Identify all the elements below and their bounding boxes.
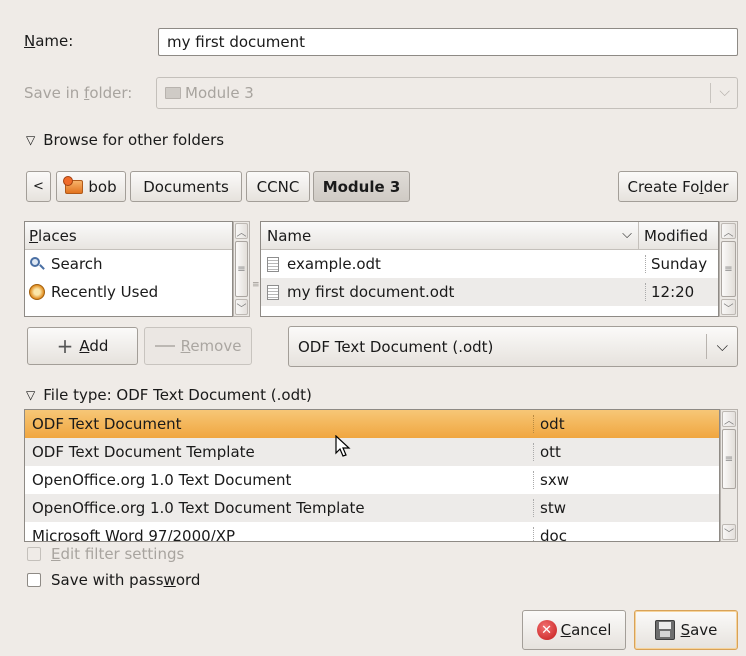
path-button-ccnc[interactable]: CCNC [246, 171, 310, 202]
path-button-documents[interactable]: Documents [130, 171, 242, 202]
search-icon [29, 256, 45, 272]
path-button-bob[interactable]: bob [56, 171, 126, 202]
column-modified-header[interactable]: Modified [639, 227, 718, 245]
checkbox-box [27, 573, 41, 587]
scroll-down-icon[interactable]: ﹀ [235, 299, 248, 315]
file-type-row[interactable]: OpenOffice.org 1.0 Text Document sxw [25, 466, 719, 494]
plus-icon: + [56, 334, 74, 358]
file-filter-select[interactable]: ODF Text Document (.odt) ⌵ [288, 326, 738, 367]
scroll-down-icon[interactable]: ﹀ [721, 299, 736, 315]
home-folder-icon [63, 175, 84, 194]
save-in-folder-label: Save in folder: [24, 84, 133, 102]
file-type-row[interactable]: Microsoft Word 97/2000/XP doc [25, 522, 719, 541]
browse-folders-expander[interactable]: ▽ Browse for other folders [26, 131, 224, 149]
path-button-module-3[interactable]: Module 3 [313, 171, 410, 202]
file-type-row[interactable]: ODF Text Document odt [25, 410, 719, 438]
file-type-row[interactable]: ODF Text Document Template ott [25, 438, 719, 466]
places-item-search[interactable]: Search [25, 250, 232, 278]
scroll-down-icon[interactable]: ﹀ [722, 524, 736, 540]
create-folder-button[interactable]: Create Folder [618, 171, 738, 202]
scroll-up-icon[interactable]: ︿ [722, 411, 736, 427]
file-row[interactable]: example.odt Sunday [261, 250, 718, 278]
places-list[interactable]: Places Search Recently Used [24, 221, 233, 317]
remove-place-button[interactable]: Remove [144, 327, 252, 365]
browse-folders-label: Browse for other folders [43, 131, 225, 149]
edit-filter-settings-checkbox[interactable]: Edit filter settings [27, 545, 184, 563]
scroll-up-icon[interactable]: ︿ [721, 223, 736, 239]
cancel-icon: ✕ [536, 620, 557, 640]
combo-divider [706, 334, 707, 359]
scroll-thumb[interactable]: ≡ [235, 241, 248, 297]
save-in-folder-combo[interactable]: Module 3 ⌵ [156, 77, 738, 109]
combo-divider [710, 83, 711, 103]
expander-open-icon: ▽ [26, 388, 36, 402]
document-icon [267, 284, 279, 300]
files-list[interactable]: Name ⌵ Modified example.odt Sunday my fi… [260, 221, 719, 317]
sort-chevron-down-icon: ⌵ [622, 227, 632, 242]
name-label: Name: [24, 32, 74, 50]
file-type-expander[interactable]: ▽ File type: ODF Text Document (.odt) [26, 386, 312, 404]
document-icon [267, 256, 279, 272]
checkbox-box [27, 547, 41, 561]
places-item-recently-used[interactable]: Recently Used [25, 278, 232, 306]
chevron-down-icon: ⌵ [716, 337, 728, 355]
scroll-thumb[interactable]: ≡ [721, 241, 736, 297]
path-back-button[interactable]: < [26, 171, 51, 202]
file-type-list[interactable]: ODF Text Document odt ODF Text Document … [24, 409, 720, 542]
chevron-down-icon: ⌵ [719, 84, 730, 100]
file-row[interactable]: my first document.odt 12:20 [261, 278, 718, 306]
cancel-button[interactable]: ✕ Cancel [522, 610, 626, 650]
minus-icon [154, 345, 175, 347]
scroll-up-icon[interactable]: ︿ [235, 223, 248, 239]
places-scrollbar[interactable]: ︿ ≡ ﹀ [233, 221, 250, 317]
mouse-pointer-icon [335, 435, 351, 457]
save-button[interactable]: Save [634, 610, 738, 650]
file-type-scrollbar[interactable]: ︿ ≡ ﹀ [720, 409, 738, 542]
scroll-thumb[interactable]: ≡ [722, 429, 736, 489]
column-name-header[interactable]: Name ⌵ [261, 222, 639, 249]
recent-icon [29, 284, 45, 300]
name-input[interactable]: my first document [158, 28, 738, 56]
file-type-row[interactable]: OpenOffice.org 1.0 Text Document Templat… [25, 494, 719, 522]
places-header[interactable]: Places [25, 222, 232, 250]
files-scrollbar[interactable]: ︿ ≡ ﹀ [719, 221, 738, 317]
pane-resize-handle[interactable]: ≡ [252, 281, 260, 300]
save-with-password-checkbox[interactable]: Save with password [27, 571, 200, 589]
expander-open-icon: ▽ [26, 133, 36, 147]
floppy-disk-icon [654, 620, 675, 640]
files-header: Name ⌵ Modified [261, 222, 718, 250]
folder-icon [165, 87, 181, 99]
add-place-button[interactable]: + Add [27, 327, 138, 365]
